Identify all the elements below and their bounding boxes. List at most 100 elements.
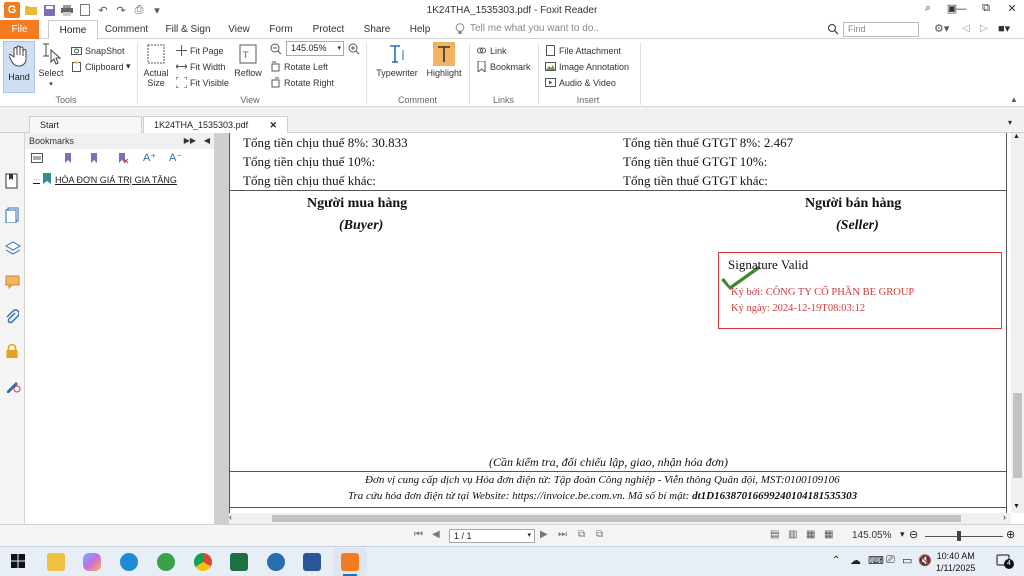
customize-quick-access-icon[interactable]: ▾ — [150, 3, 164, 17]
bookmarks-panel-icon[interactable] — [5, 173, 21, 189]
link-button[interactable]: Link — [476, 43, 507, 58]
tab-file[interactable]: File — [0, 20, 39, 39]
next-page-icon[interactable]: ▶ — [540, 529, 548, 540]
fit-page-button[interactable]: Fit Page — [176, 43, 224, 58]
tray-overflow-icon[interactable]: ⌃ — [832, 555, 840, 566]
taskbar-clock[interactable]: 10:40 AM 1/11/2025 — [936, 550, 975, 574]
user-account-icon[interactable]: ■▾ — [998, 22, 1010, 35]
collapse-ribbon-icon[interactable]: ▲ — [1010, 95, 1018, 104]
scroll-up-icon[interactable]: ▲ — [1013, 133, 1020, 140]
actual-size-button[interactable]: Actual Size — [141, 42, 171, 88]
file-explorer-icon[interactable] — [47, 553, 65, 571]
comments-icon[interactable] — [5, 275, 21, 291]
cloud-icon[interactable]: ☁ — [850, 554, 861, 567]
network-icon[interactable]: ▭ — [902, 554, 912, 567]
fit-width-button[interactable]: Fit Width — [175, 59, 226, 74]
reflow-button[interactable]: T Reflow — [233, 42, 263, 78]
tab-share[interactable]: Share — [362, 20, 392, 39]
decrease-text-size-icon[interactable]: A⁻ — [169, 151, 182, 164]
select-tool-button[interactable]: Select ▾ — [37, 42, 65, 88]
horizontal-scrollbar[interactable]: ‹ › — [229, 512, 1011, 524]
expand-panel-icon[interactable]: ▶▶ — [184, 133, 196, 149]
zoom-select[interactable]: 145.05% ▾ — [286, 41, 344, 56]
bookmark-options-icon[interactable] — [31, 153, 43, 167]
collapse-panel-icon[interactable]: ◀ — [204, 133, 210, 149]
previous-result-icon[interactable]: ◁ — [962, 23, 970, 34]
previous-page-icon[interactable]: ◀ — [432, 529, 440, 540]
next-result-icon[interactable]: ▷ — [980, 23, 988, 34]
edge-browser-icon[interactable] — [120, 553, 138, 571]
horizontal-scroll-thumb[interactable] — [272, 515, 961, 522]
find-input[interactable]: Find — [843, 22, 919, 37]
image-annotation-button[interactable]: Image Annotation — [545, 59, 629, 74]
tab-list-icon[interactable]: ▾ — [1008, 118, 1012, 127]
zoom-out-icon[interactable] — [270, 43, 282, 58]
clipboard-button[interactable]: Clipboard ▾ — [71, 59, 131, 74]
close-button[interactable]: ✕ — [1004, 2, 1020, 18]
new-doc-icon[interactable] — [78, 3, 92, 17]
language-icon[interactable]: ⌨ — [868, 554, 884, 567]
snapshot-button[interactable]: SnapShot — [71, 43, 125, 58]
tab-document[interactable]: 1K24THA_1535303.pdf ✕ — [143, 116, 288, 133]
zoom-out-slider-icon[interactable]: ⊖ — [909, 528, 918, 541]
file-attachment-button[interactable]: File Attachment — [545, 43, 621, 58]
previous-view-icon[interactable]: ⧉ — [578, 529, 585, 540]
print-icon[interactable] — [60, 3, 74, 17]
first-page-icon[interactable]: ⏮ — [414, 529, 423, 540]
foxit-taskbar-button[interactable] — [333, 548, 367, 576]
stamp-icon[interactable]: ⎙ — [132, 3, 146, 17]
audio-video-button[interactable]: Audio & Video — [545, 75, 616, 90]
delete-bookmark-icon[interactable] — [117, 152, 129, 167]
fit-visible-button[interactable]: Fit Visible — [175, 75, 229, 90]
rotate-left-button[interactable]: Rotate Left — [270, 59, 328, 74]
save-icon[interactable] — [42, 3, 56, 17]
scroll-down-icon[interactable]: ▼ — [1013, 503, 1020, 510]
page-thumbnails-icon[interactable] — [5, 207, 21, 224]
digital-signature-box[interactable]: Signature Valid Ký bởi: CÔNG TY CỔ PHẦN … — [718, 252, 1002, 329]
tab-comment[interactable]: Comment — [104, 20, 149, 39]
windows-start-icon[interactable] — [11, 554, 25, 571]
layers-icon[interactable] — [4, 241, 22, 257]
scroll-left-icon[interactable]: ‹ — [229, 512, 232, 522]
bookmark-button[interactable]: Bookmark — [476, 59, 531, 74]
continuous-view-icon[interactable]: ▥ — [788, 529, 797, 540]
settings-gear-icon[interactable]: ⚙▾ — [934, 22, 949, 35]
attachments-icon[interactable] — [5, 309, 21, 325]
copilot-icon[interactable] — [83, 553, 101, 571]
vertical-scroll-thumb[interactable] — [1013, 393, 1022, 478]
tell-me-input[interactable]: Tell me what you want to do.. — [470, 23, 599, 34]
zoom-in-icon[interactable] — [348, 43, 360, 58]
excel-icon[interactable] — [230, 553, 248, 571]
expand-bookmarks-icon[interactable] — [89, 152, 101, 167]
document-viewport[interactable]: Tổng tiền chịu thuế 8%: 30.833 Tổng tiền… — [229, 133, 1011, 513]
tab-start[interactable]: Start — [29, 116, 142, 133]
search-tools-icon[interactable]: ⌕ — [920, 2, 936, 18]
tab-help[interactable]: Help — [408, 20, 432, 39]
tab-form[interactable]: Form — [268, 20, 294, 39]
zoom-slider-track[interactable] — [925, 536, 1003, 537]
undo-icon[interactable]: ↶ — [96, 3, 110, 17]
panel-splitter[interactable] — [215, 133, 229, 524]
security-lock-icon[interactable] — [5, 343, 21, 359]
zoom-in-slider-icon[interactable]: ⊕ — [1006, 528, 1015, 541]
tab-home[interactable]: Home — [48, 20, 98, 40]
redo-icon[interactable]: ↷ — [114, 3, 128, 17]
next-view-icon[interactable]: ⧉ — [596, 529, 603, 540]
single-page-view-icon[interactable]: ▤ — [770, 529, 779, 540]
highlight-button[interactable]: Highlight — [424, 42, 464, 78]
remote-desktop-icon[interactable] — [267, 553, 285, 571]
rotate-right-button[interactable]: Rotate Right — [270, 75, 334, 90]
maximize-button[interactable]: ⧉ — [978, 2, 994, 18]
volume-muted-icon[interactable]: 🔇 — [918, 554, 932, 567]
notification-bell-icon[interactable]: 4 — [996, 553, 1014, 569]
zoom-menu-icon[interactable]: ▾ — [900, 529, 905, 540]
tab-fill-sign[interactable]: Fill & Sign — [163, 20, 213, 39]
bookmark-item[interactable]: ⋯ HÓA ĐƠN GIÁ TRỊ GIA TĂNG — [33, 173, 177, 186]
word-icon[interactable] — [303, 553, 321, 571]
minimize-button[interactable]: — — [953, 3, 969, 19]
last-page-icon[interactable]: ⏭ — [558, 529, 567, 540]
chrome-browser-icon[interactable] — [194, 553, 212, 571]
close-tab-icon[interactable]: ✕ — [269, 117, 277, 133]
facing-view-icon[interactable]: ▦ — [806, 529, 815, 540]
vertical-scrollbar[interactable]: ▲ ▼ — [1011, 133, 1024, 513]
